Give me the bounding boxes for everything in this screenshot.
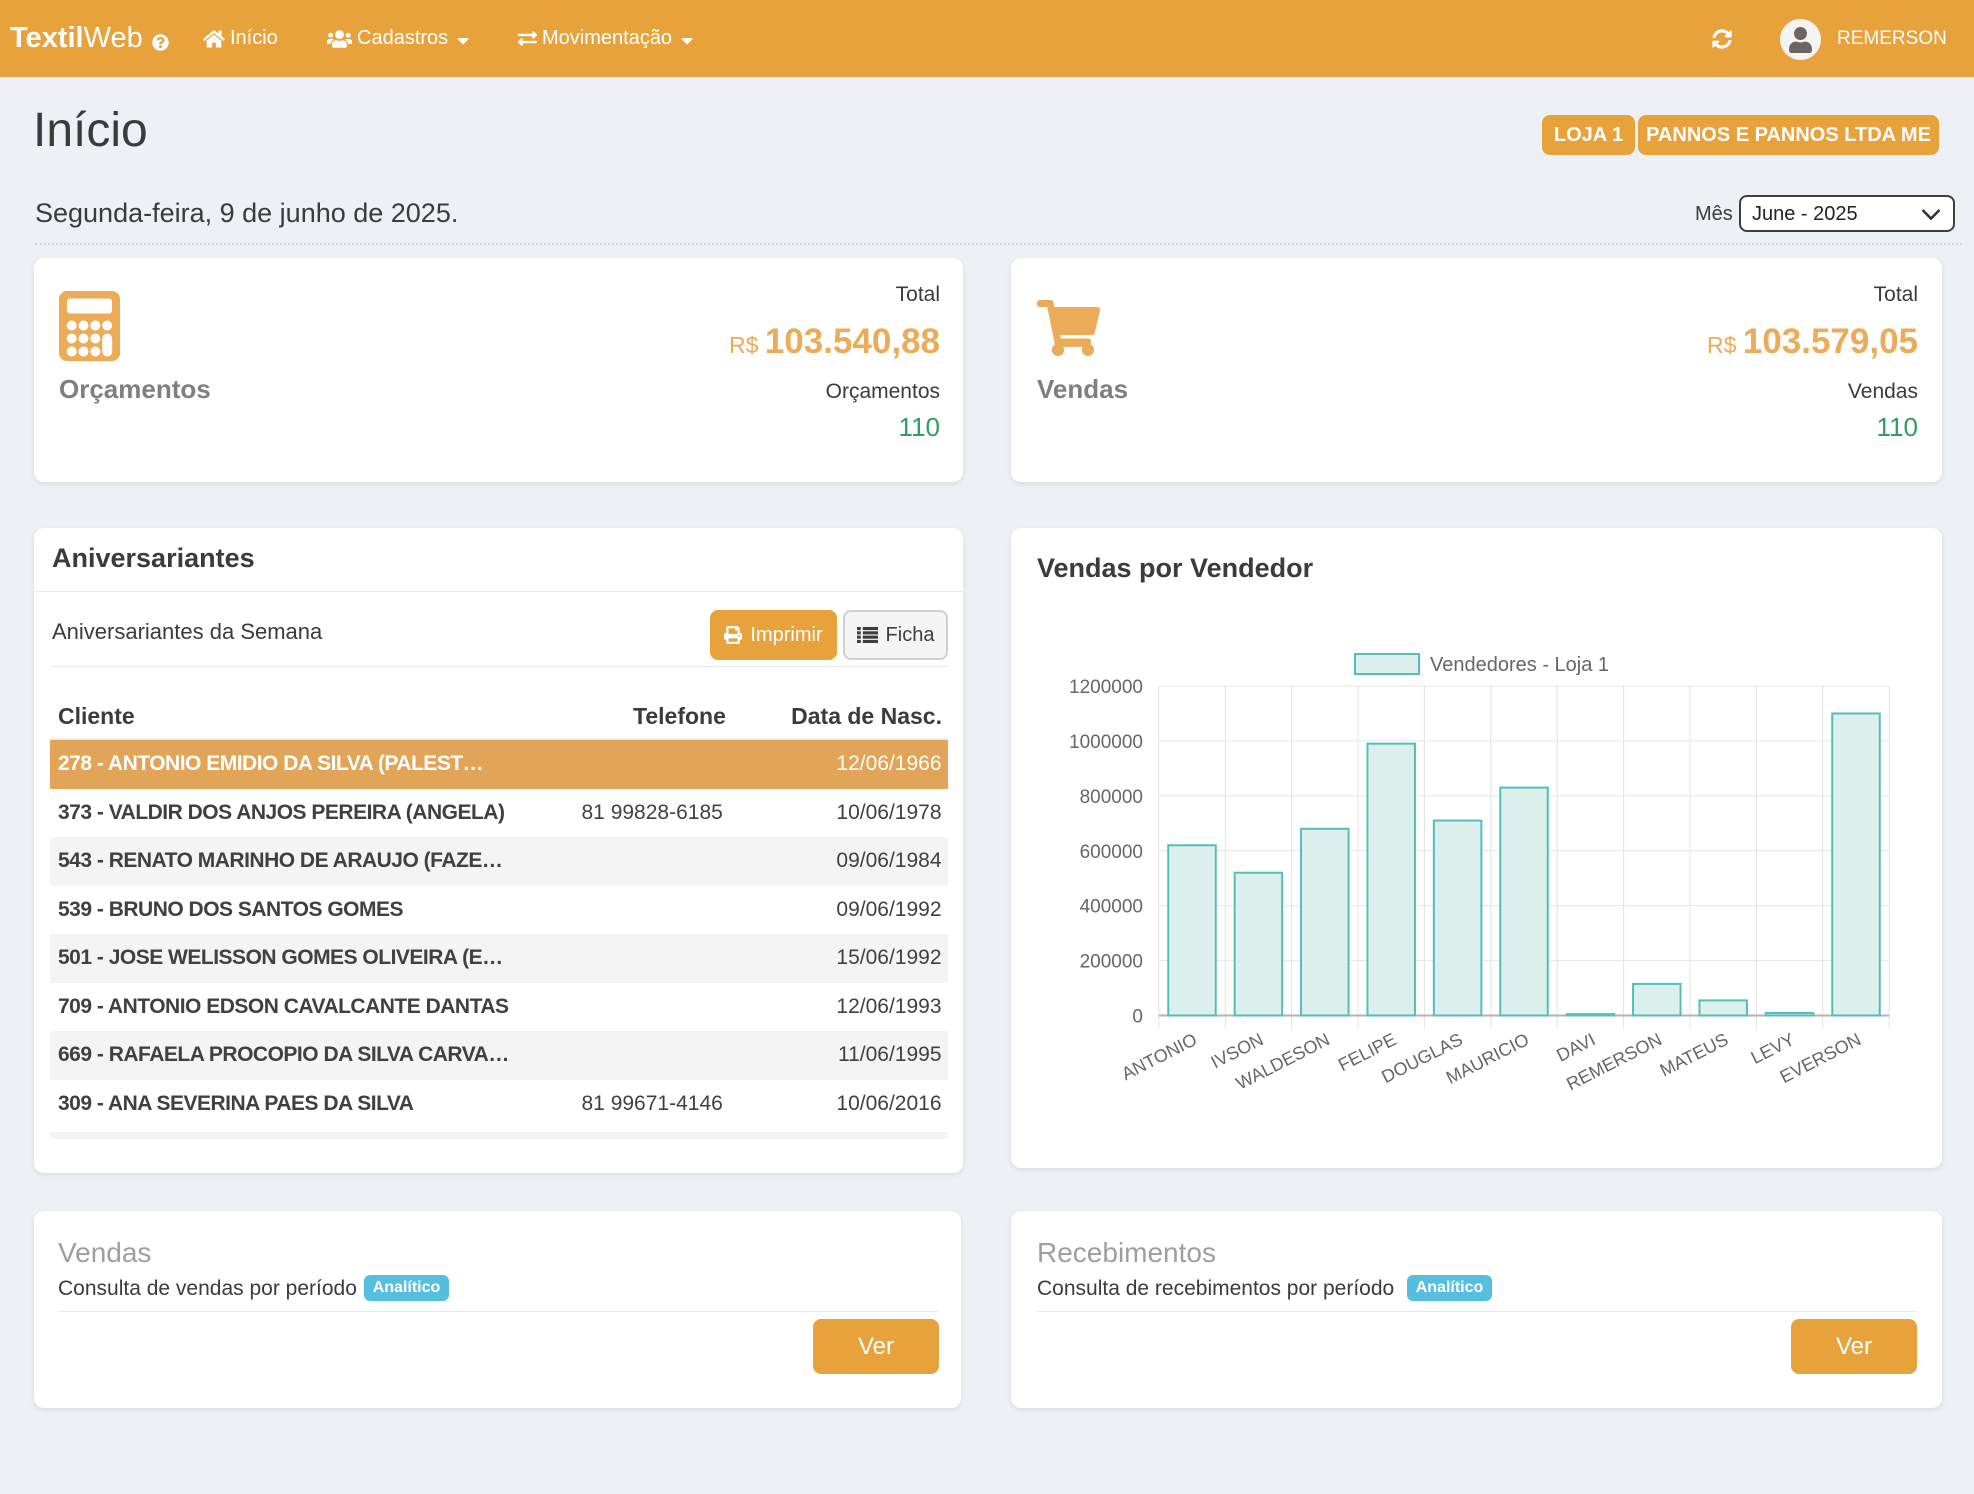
svg-text:400000: 400000: [1080, 897, 1143, 918]
svg-text:200000: 200000: [1080, 952, 1143, 973]
svg-text:MATEUS: MATEUS: [1657, 1029, 1732, 1080]
svg-text:Vendedores - Loja 1: Vendedores - Loja 1: [1430, 654, 1609, 676]
svg-text:1000000: 1000000: [1069, 732, 1143, 753]
svg-text:1200000: 1200000: [1069, 677, 1143, 698]
svg-text:DAVI: DAVI: [1553, 1029, 1598, 1065]
svg-text:600000: 600000: [1080, 842, 1143, 863]
svg-text:ANTONIO: ANTONIO: [1118, 1029, 1200, 1084]
svg-text:800000: 800000: [1080, 787, 1143, 808]
svg-text:0: 0: [1132, 1007, 1143, 1028]
